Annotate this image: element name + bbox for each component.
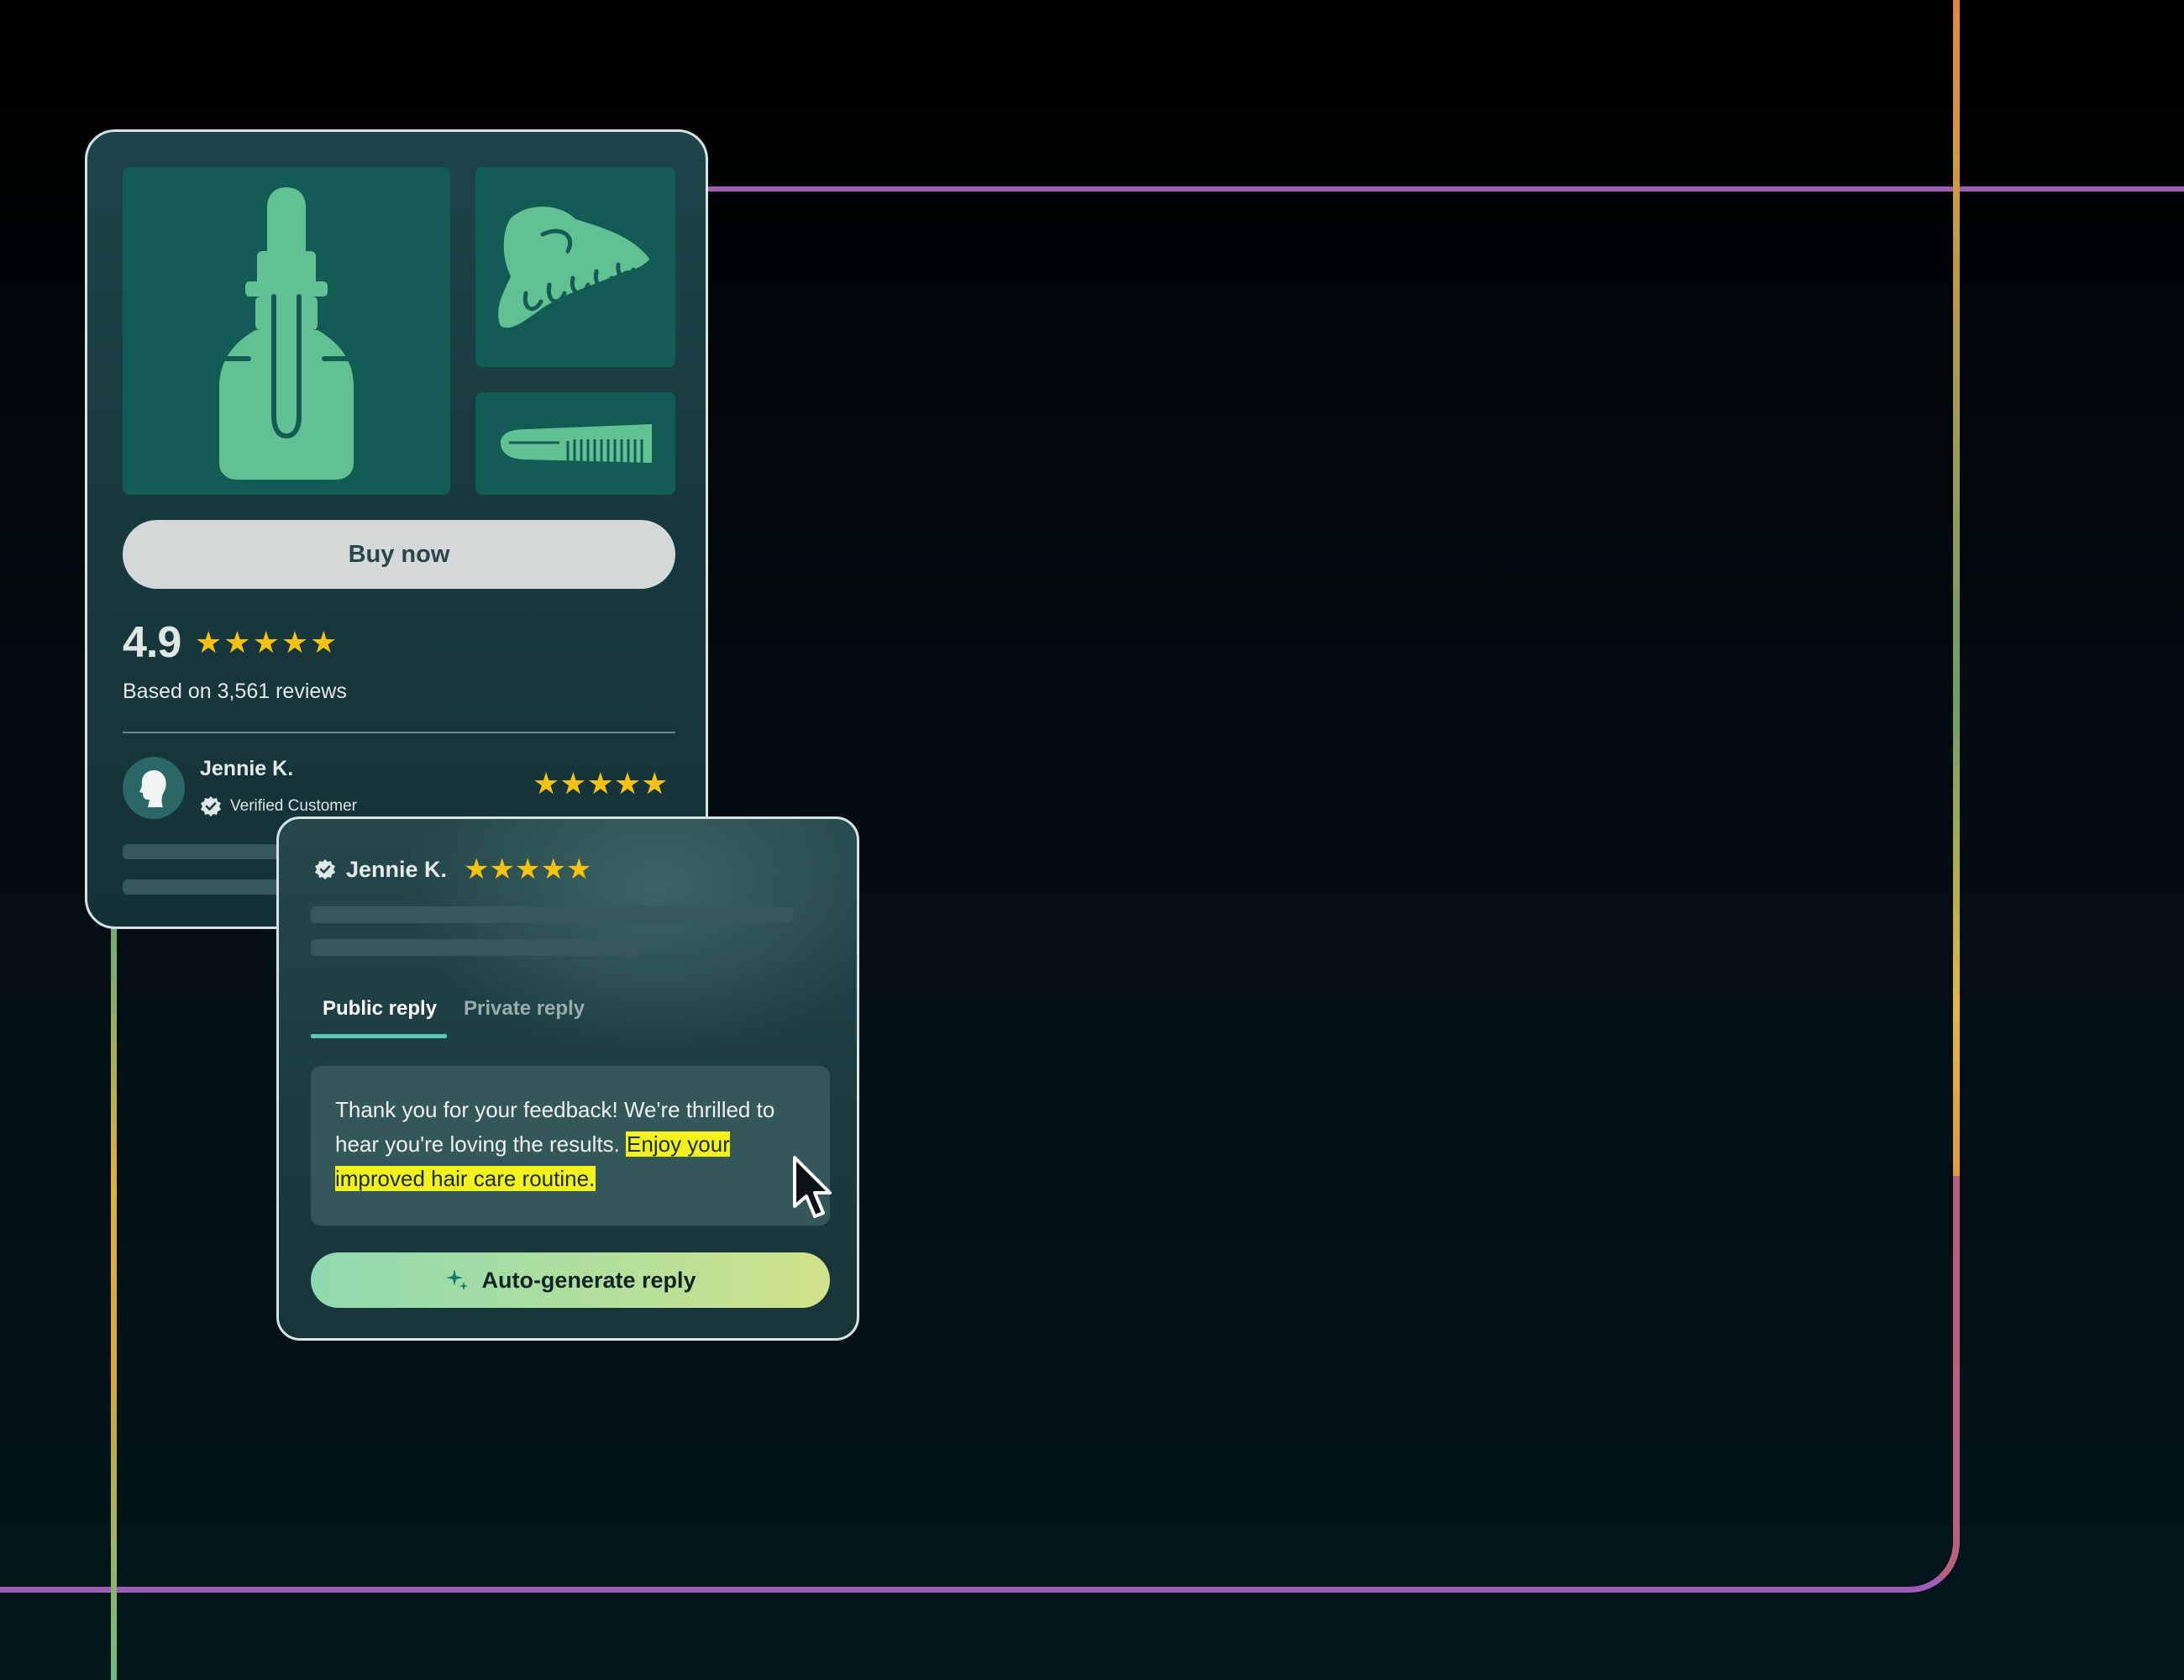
star-icon: ★: [565, 853, 592, 886]
reviewer-name: Jennie K.: [346, 856, 448, 882]
verified-badge-icon: [201, 796, 221, 816]
hair-claw-clip-icon: [495, 203, 654, 332]
auto-generate-reply-label: Auto-generate reply: [481, 1267, 696, 1293]
star-icon: ★: [559, 767, 587, 801]
star-icon: ★: [586, 767, 614, 801]
comb-icon: [501, 424, 652, 463]
star-icon: ★: [464, 853, 490, 886]
review-text-placeholder: [311, 939, 640, 956]
rating-stars: ★ ★ ★ ★ ★: [195, 626, 337, 660]
star-icon: ★: [613, 767, 642, 801]
rating-value: 4.9: [123, 618, 181, 667]
dropper-bottle-image[interactable]: [123, 167, 450, 495]
decorative-line-top: [697, 186, 2184, 192]
reviewer-name: Jennie K.: [200, 757, 294, 780]
star-icon: ★: [489, 853, 516, 886]
person-silhouette-icon: [139, 770, 166, 807]
tab-public-reply[interactable]: Public reply: [323, 997, 437, 1021]
star-icon: ★: [195, 626, 223, 660]
mouse-pointer-icon: [793, 1156, 832, 1218]
reply-text-field[interactable]: Thank you for your feedback! We're thril…: [311, 1066, 830, 1226]
verified-badge-icon: [315, 859, 335, 879]
sparkle-icon: [446, 1269, 469, 1290]
decorative-line-left: [111, 924, 117, 1680]
star-icon: ★: [281, 626, 309, 660]
review-count: Based on 3,561 reviews: [123, 680, 347, 703]
hair-claw-clip-image[interactable]: [475, 167, 675, 367]
star-icon: ★: [515, 853, 541, 886]
review-text-placeholder: [311, 906, 793, 923]
avatar: [123, 757, 185, 819]
star-icon: ★: [533, 767, 560, 801]
active-tab-indicator: [311, 1034, 447, 1038]
tab-private-reply[interactable]: Private reply: [464, 997, 585, 1021]
star-icon: ★: [310, 626, 338, 660]
auto-generate-reply-button[interactable]: Auto-generate reply: [311, 1252, 830, 1308]
product-card: Buy now 4.9 ★ ★ ★ ★ ★ Based on 3,561 rev…: [85, 129, 708, 929]
verified-label: Verified Customer: [230, 797, 358, 815]
review-stars: ★ ★ ★ ★ ★: [464, 853, 591, 886]
buy-now-button[interactable]: Buy now: [123, 520, 675, 589]
review-stars: ★ ★ ★ ★ ★: [533, 767, 668, 801]
dropper-bottle-icon: [219, 187, 354, 480]
star-icon: ★: [223, 626, 251, 660]
star-icon: ★: [252, 626, 280, 660]
reply-header: Jennie K. ★ ★ ★ ★ ★: [314, 853, 591, 886]
verified-customer-row: Verified Customer: [200, 795, 357, 817]
comb-image[interactable]: [475, 392, 675, 495]
star-icon: ★: [540, 853, 566, 886]
reply-card: Jennie K. ★ ★ ★ ★ ★ Public reply Private…: [276, 816, 859, 1341]
divider: [123, 732, 675, 733]
star-icon: ★: [641, 767, 669, 801]
